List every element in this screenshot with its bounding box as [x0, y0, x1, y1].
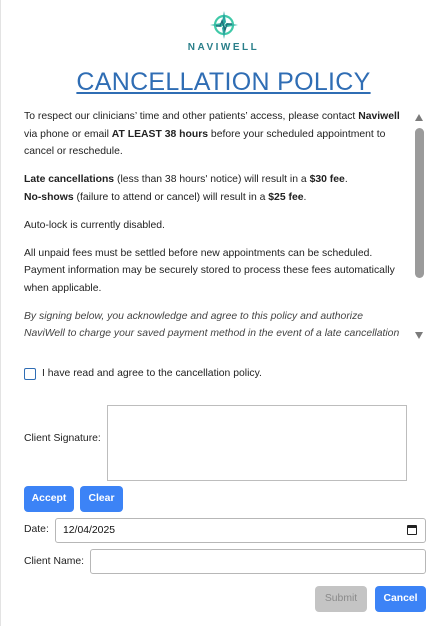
cancel-button[interactable]: Cancel — [375, 586, 426, 612]
policy-text: To respect our clinicians’ time and othe… — [24, 108, 406, 344]
policy-paragraph-payment: All unpaid fees must be settled before n… — [24, 247, 395, 294]
dialog-frame: NAVIWELL CANCELLATION POLICY To respect … — [0, 0, 445, 626]
accept-button[interactable]: Accept — [24, 486, 74, 512]
page-title: CANCELLATION POLICY — [76, 68, 371, 96]
policy-paragraph-autolock: Auto-lock is currently disabled. — [24, 219, 165, 231]
policy-paragraph-contact: To respect our clinicians’ time and othe… — [24, 111, 400, 157]
signature-label: Client Signature: — [24, 433, 101, 444]
client-name-input[interactable] — [90, 549, 426, 574]
scrollbar-thumb[interactable] — [415, 128, 424, 278]
calendar-icon[interactable] — [407, 525, 417, 535]
date-input[interactable]: 12/04/2025 — [55, 518, 426, 543]
signature-pad[interactable] — [107, 405, 407, 481]
date-label: Date: — [24, 524, 49, 535]
submit-button[interactable]: Submit — [315, 586, 367, 612]
policy-paragraph-consent: By signing below, you acknowledge and ag… — [24, 310, 400, 340]
agree-row: I have read and agree to the cancellatio… — [24, 366, 262, 380]
agree-checkbox[interactable] — [24, 368, 36, 380]
scroll-down-arrow-icon[interactable] — [415, 332, 423, 339]
policy-scroll-area[interactable]: To respect our clinicians’ time and othe… — [24, 108, 426, 344]
scroll-up-arrow-icon[interactable] — [415, 114, 423, 121]
client-name-label: Client Name: — [24, 556, 85, 567]
compass-logo-icon — [209, 11, 238, 39]
policy-scrollbar[interactable] — [412, 108, 426, 344]
brand-logo: NAVIWELL — [1, 10, 445, 53]
agree-label: I have read and agree to the cancellatio… — [42, 367, 262, 379]
policy-paragraph-fees: Late cancellations (less than 38 hours' … — [24, 174, 348, 203]
brand-name: NAVIWELL — [187, 42, 260, 53]
clear-button[interactable]: Clear — [80, 486, 123, 512]
date-value: 12/04/2025 — [63, 525, 116, 536]
